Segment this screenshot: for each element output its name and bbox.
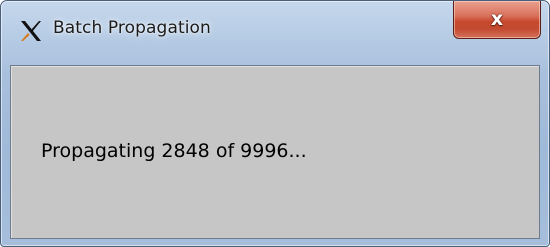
dialog-content: Propagating 2848 of 9996... bbox=[10, 65, 540, 239]
close-icon: x bbox=[490, 8, 504, 30]
progress-message: Propagating 2848 of 9996... bbox=[41, 140, 307, 162]
x-logo-icon bbox=[19, 19, 43, 43]
batch-propagation-window: Batch Propagation x Propagating 2848 of … bbox=[0, 0, 550, 247]
title-bar[interactable]: Batch Propagation x bbox=[1, 1, 549, 53]
window-title: Batch Propagation bbox=[53, 18, 211, 38]
close-button[interactable]: x bbox=[453, 1, 541, 39]
